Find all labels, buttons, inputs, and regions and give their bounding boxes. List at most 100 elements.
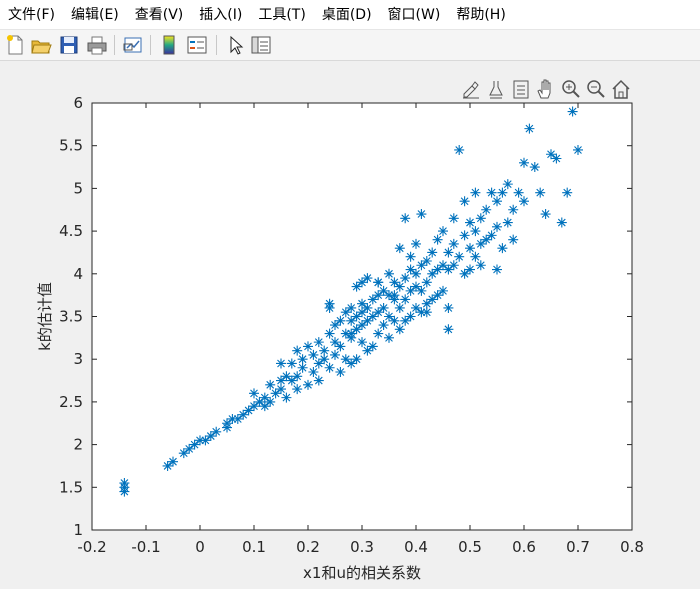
data-point [427, 268, 438, 279]
data-point [492, 221, 502, 232]
data-point [448, 238, 459, 249]
data-point [470, 226, 481, 237]
data-point [324, 362, 335, 373]
y-tick-label: 5.5 [59, 137, 83, 155]
data-point [389, 277, 400, 288]
data-point [573, 144, 583, 155]
data-point [168, 456, 178, 467]
data-point [389, 315, 400, 326]
data-point [297, 354, 308, 365]
y-tick-label: 5 [73, 179, 83, 197]
data-point [362, 315, 373, 326]
data-point [470, 187, 481, 198]
data-point [513, 187, 524, 198]
data-point [497, 187, 508, 198]
data-point [400, 294, 411, 305]
data-point [297, 362, 308, 373]
data-point [184, 443, 195, 454]
data-point [394, 324, 405, 335]
y-tick-label: 1.5 [59, 478, 83, 496]
data-point [502, 179, 513, 190]
scatter-plot: -0.2 -0.1 0 0.1 0.2 0.3 0.4 0.5 0.6 0.7 0.8 1 1.5 2 2.… [36, 94, 644, 582]
data-point [411, 238, 421, 249]
x-tick-label: -0.2 [77, 538, 106, 556]
data-point [340, 307, 351, 318]
data-point [265, 396, 276, 407]
data-point [486, 187, 497, 198]
data-point [330, 349, 340, 360]
x-tick-label: 0 [195, 538, 205, 556]
data-point [421, 307, 432, 318]
data-point [400, 315, 411, 326]
data-point [243, 405, 254, 416]
data-point [481, 204, 492, 215]
x-tick-label: 0.8 [620, 538, 644, 556]
data-point [454, 251, 465, 262]
data-point [281, 371, 292, 382]
data-point [502, 217, 513, 228]
data-point [416, 260, 427, 271]
data-point [486, 230, 497, 241]
data-point [119, 478, 130, 489]
data-point [367, 341, 378, 352]
data-point [357, 277, 367, 288]
data-point [313, 337, 324, 348]
data-point [459, 196, 470, 207]
data-point [411, 302, 421, 313]
data-point [492, 196, 502, 207]
data-point [400, 273, 411, 284]
data-point [535, 187, 546, 198]
data-point [567, 106, 578, 117]
data-point [438, 285, 448, 296]
data-point [292, 384, 303, 395]
data-point [384, 268, 394, 279]
data-point [448, 213, 459, 224]
data-point [459, 268, 470, 279]
data-point [351, 281, 362, 292]
data-point [340, 354, 351, 365]
data-point [459, 230, 470, 241]
data-point [265, 379, 276, 390]
data-point [351, 324, 362, 335]
data-point [421, 277, 432, 288]
data-point [319, 345, 330, 356]
data-point [546, 149, 556, 160]
data-point [292, 345, 303, 356]
data-point [411, 268, 421, 279]
data-point [362, 345, 373, 356]
x-tick-label: 0.2 [296, 538, 320, 556]
data-point [357, 298, 367, 309]
x-tick-label: -0.1 [131, 538, 160, 556]
data-point [519, 196, 529, 207]
data-point [335, 341, 346, 352]
data-point [394, 243, 405, 254]
data-point [448, 260, 459, 271]
data-point [373, 307, 384, 318]
data-point [492, 264, 502, 275]
data-point [276, 358, 286, 369]
data-point [281, 392, 292, 403]
data-point [378, 285, 389, 296]
y-tick-label: 4 [73, 265, 83, 283]
data-point [211, 426, 222, 437]
data-point [562, 187, 573, 198]
data-point [373, 328, 384, 339]
data-point [454, 144, 465, 155]
x-tick-label: 0.5 [458, 538, 482, 556]
data-point [259, 401, 270, 412]
x-axis-label: x1和u的相关系数 [303, 564, 421, 582]
data-point [465, 243, 475, 254]
y-tick-label: 1 [73, 521, 83, 539]
data-point [432, 290, 443, 301]
data-point [222, 418, 232, 429]
data-point [389, 290, 400, 301]
data-point [238, 409, 249, 420]
data-point [416, 209, 427, 220]
data-point [346, 358, 357, 369]
data-point [178, 448, 189, 459]
data-point [351, 354, 362, 365]
data-point [411, 281, 421, 292]
data-point [405, 251, 416, 262]
y-tick-label: 4.5 [59, 222, 83, 240]
data-point [465, 217, 475, 228]
